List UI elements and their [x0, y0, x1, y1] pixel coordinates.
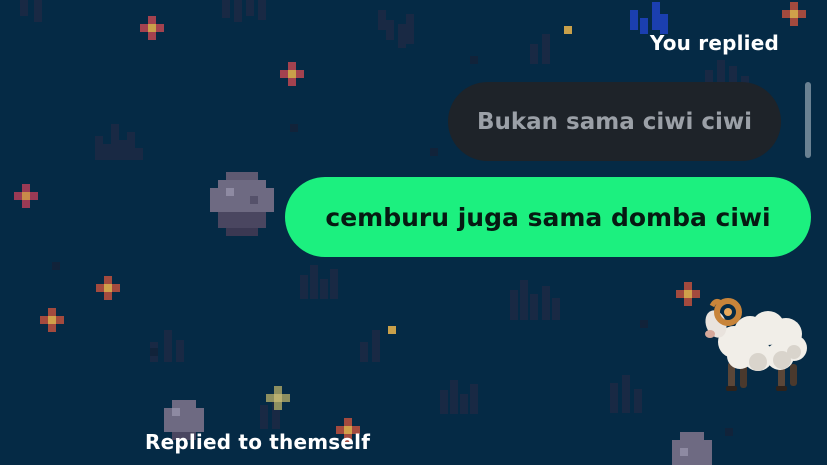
scrollbar[interactable]: [805, 82, 811, 158]
quoted-message-text: Bukan sama ciwi ciwi: [476, 108, 753, 135]
pixel-flower: [564, 26, 572, 34]
reply-message-bubble[interactable]: cemburu juga sama domba ciwi: [285, 177, 811, 257]
quoted-message-bubble[interactable]: Bukan sama ciwi ciwi: [448, 82, 781, 161]
reply-message-text: cemburu juga sama domba ciwi: [325, 202, 771, 232]
pixel-rock: [210, 172, 274, 236]
ram-emoji-icon[interactable]: [698, 290, 810, 398]
pixel-flower: [388, 326, 396, 334]
replied-to-themself-label: Replied to themself: [145, 430, 371, 454]
you-replied-label: You replied: [649, 31, 779, 55]
